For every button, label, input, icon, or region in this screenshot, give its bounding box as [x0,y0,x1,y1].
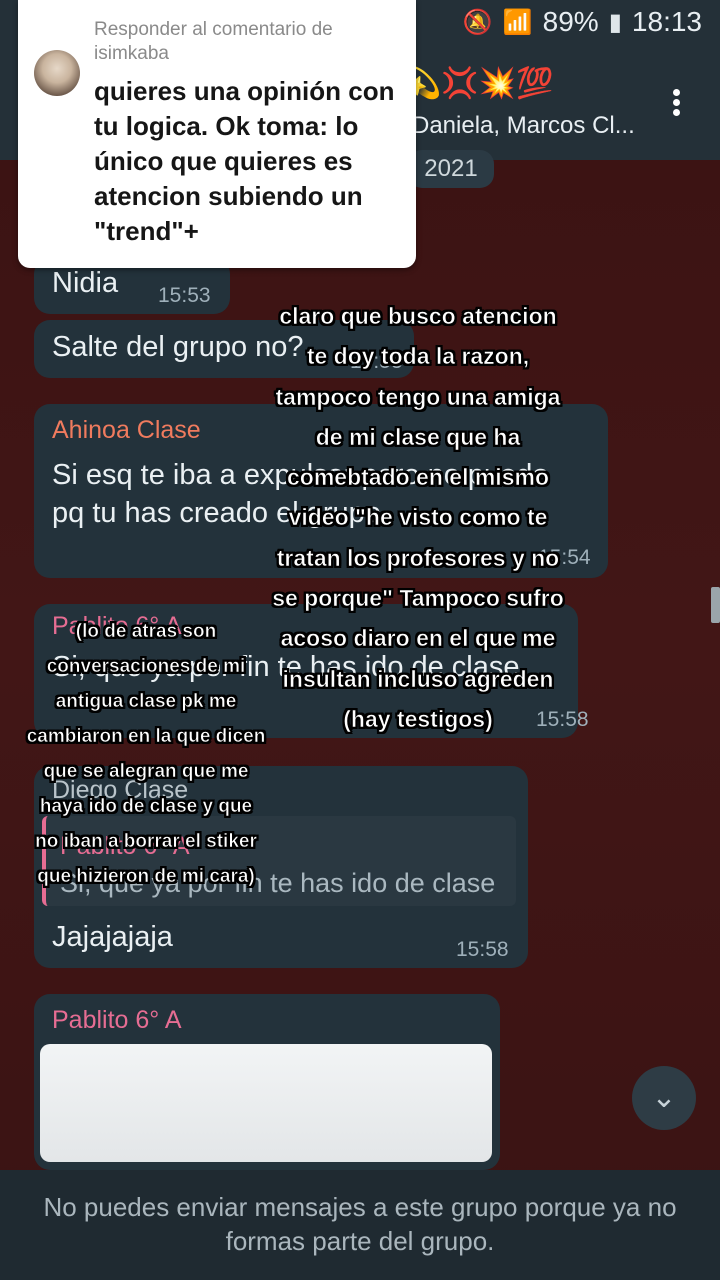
sender-name: Pablito 6° A [52,1006,182,1034]
more-options-icon[interactable] [668,86,684,122]
battery-icon: ▮ [608,8,622,36]
date-chip: 2021 [408,150,494,188]
scroll-down-button[interactable]: ⌄ [632,1066,696,1130]
reply-header: Responder al comentario de isimkaba [94,19,333,64]
notice-text: No puedes enviar mensajes a este grupo p… [43,1192,677,1256]
message-time: 15:53 [158,284,211,307]
status-bar: 🔕 📶 89% ▮ 18:13 [463,6,702,38]
input-disabled-notice: No puedes enviar mensajes a este grupo p… [0,1170,720,1280]
image-preview[interactable] [40,1044,492,1162]
sender-name: Ahinoa Clase [52,416,201,444]
reply-text: quieres una opinión con tu logica. Ok to… [94,76,395,246]
battery-level: 89% [542,6,599,37]
caption-overlay-right: claro que busco atencion te doy toda la … [272,303,564,733]
scroll-handle[interactable] [711,587,720,623]
caption-overlay-left: (lo de atras son conversaciones de mi an… [26,621,266,888]
avatar [34,50,80,96]
chevron-double-down-icon: ⌄ [651,1081,677,1114]
wifi-icon: 📶 [502,8,533,36]
group-emojis: 💫💢💥💯 [404,67,554,100]
clock: 18:13 [631,6,702,37]
reply-comment-card: Responder al comentario de isimkaba quie… [18,0,416,268]
group-members[interactable]: Daniela, Marcos Cl... [412,112,635,140]
mute-icon: 🔕 [462,8,493,36]
message-time: 15:58 [456,938,509,961]
message-text: Salte del grupo no? [52,331,304,363]
message-text: Jajajajaja [52,921,173,953]
message-text: Nidia [52,267,119,299]
